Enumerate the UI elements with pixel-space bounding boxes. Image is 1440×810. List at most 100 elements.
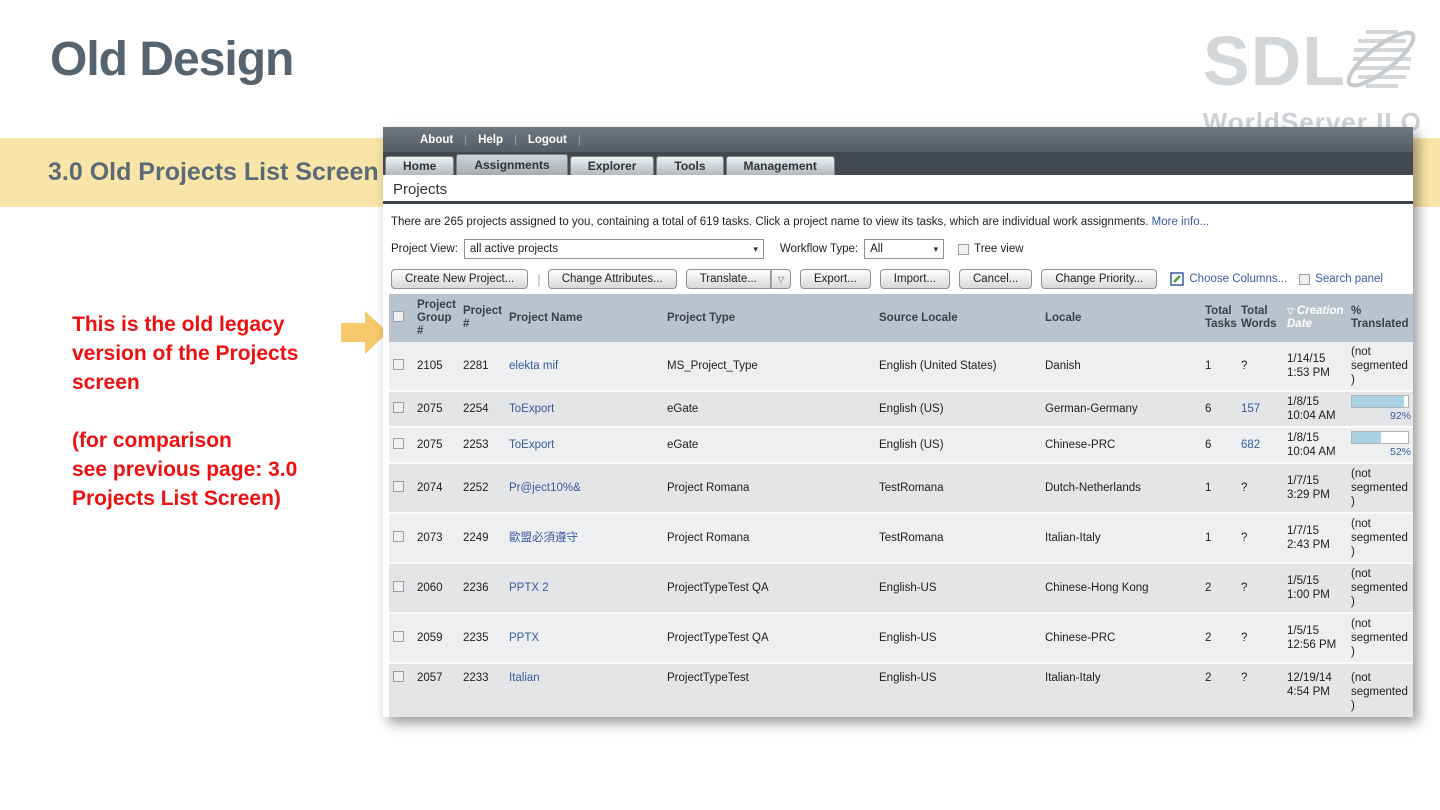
total-words-link[interactable]: 682 bbox=[1241, 439, 1260, 451]
row-checkbox[interactable] bbox=[393, 531, 404, 542]
cell-project-name: Pr@ject10%& bbox=[505, 463, 663, 513]
cell-checkbox bbox=[389, 513, 413, 563]
export-button[interactable]: Export... bbox=[800, 269, 871, 289]
cell-total-words: ? bbox=[1237, 342, 1283, 391]
tree-view-label: Tree view bbox=[974, 243, 1023, 255]
workflow-type-select[interactable]: All bbox=[864, 239, 944, 259]
row-checkbox[interactable] bbox=[393, 631, 404, 642]
column-header--translated[interactable]: % Translated bbox=[1347, 294, 1413, 342]
project-view-select[interactable]: all active projects bbox=[464, 239, 764, 259]
column-header-total-words[interactable]: Total Words bbox=[1237, 294, 1283, 342]
project-name-link[interactable]: ToExport bbox=[509, 403, 554, 415]
tab-home[interactable]: Home bbox=[385, 156, 454, 175]
select-all-checkbox[interactable] bbox=[393, 311, 404, 322]
cancel-button[interactable]: Cancel... bbox=[959, 269, 1032, 289]
column-header-project-group-[interactable]: Project Group # bbox=[413, 294, 459, 342]
change-priority-button[interactable]: Change Priority... bbox=[1041, 269, 1157, 289]
search-panel-toggle[interactable]: Search panel bbox=[1299, 273, 1383, 285]
cell-percent-translated: (not segmented) bbox=[1347, 463, 1413, 513]
table-row: 20602236PPTX 2ProjectTypeTest QAEnglish-… bbox=[389, 563, 1413, 613]
cell-total-tasks: 2 bbox=[1201, 613, 1237, 663]
row-checkbox[interactable] bbox=[393, 481, 404, 492]
cell-total-tasks: 6 bbox=[1201, 427, 1237, 463]
choose-columns-label: Choose Columns... bbox=[1189, 273, 1287, 285]
cell-source-locale: English-US bbox=[875, 663, 1041, 717]
workflow-type-value: All bbox=[870, 243, 883, 255]
cell-project-number: 2249 bbox=[459, 513, 505, 563]
cell-project-type: ProjectTypeTest bbox=[663, 663, 875, 717]
cell-project-number: 2254 bbox=[459, 391, 505, 427]
tab-explorer[interactable]: Explorer bbox=[570, 156, 655, 175]
choose-columns-link[interactable]: Choose Columns... bbox=[1170, 272, 1287, 286]
more-info-link[interactable]: More info... bbox=[1152, 216, 1210, 228]
table-row: 20572233ItalianProjectTypeTestEnglish-US… bbox=[389, 663, 1413, 717]
change-attributes-button[interactable]: Change Attributes... bbox=[548, 269, 677, 289]
cell-project-number: 2235 bbox=[459, 613, 505, 663]
cell-locale: Danish bbox=[1041, 342, 1201, 391]
search-panel-checkbox[interactable] bbox=[1299, 274, 1310, 285]
cell-creation-date: 1/8/15 10:04 AM bbox=[1283, 427, 1347, 463]
cell-percent-translated: 92% bbox=[1347, 391, 1413, 427]
cell-project-group: 2060 bbox=[413, 563, 459, 613]
cell-project-number: 2252 bbox=[459, 463, 505, 513]
table-row: 20592235PPTXProjectTypeTest QAEnglish-US… bbox=[389, 613, 1413, 663]
translate-button[interactable]: Translate... bbox=[686, 269, 771, 289]
page-title: Projects bbox=[383, 175, 1413, 204]
column-header-project-type[interactable]: Project Type bbox=[663, 294, 875, 342]
column-header-project-name[interactable]: Project Name bbox=[505, 294, 663, 342]
app-screenshot: About|Help|Logout| HomeAssignmentsExplor… bbox=[383, 127, 1413, 717]
cell-source-locale: English (United States) bbox=[875, 342, 1041, 391]
cell-percent-translated: (not segmented) bbox=[1347, 342, 1413, 391]
column-header-creation-date[interactable]: ▽Creation Date bbox=[1283, 294, 1347, 342]
intro-text: There are 265 projects assigned to you, … bbox=[391, 216, 1405, 228]
tree-view-checkbox[interactable] bbox=[958, 244, 969, 255]
utility-link-logout[interactable]: Logout bbox=[517, 134, 578, 146]
cell-creation-date: 1/7/15 3:29 PM bbox=[1283, 463, 1347, 513]
cell-source-locale: English (US) bbox=[875, 427, 1041, 463]
project-name-link[interactable]: PPTX 2 bbox=[509, 582, 549, 594]
project-name-link[interactable]: Italian bbox=[509, 672, 540, 684]
cell-source-locale: TestRomana bbox=[875, 463, 1041, 513]
project-name-link[interactable]: ToExport bbox=[509, 439, 554, 451]
cell-total-tasks: 2 bbox=[1201, 663, 1237, 717]
column-header-project-[interactable]: Project # bbox=[459, 294, 505, 342]
utility-separator: | bbox=[578, 134, 581, 146]
tab-assignments[interactable]: Assignments bbox=[456, 154, 567, 175]
tab-tools[interactable]: Tools bbox=[656, 156, 723, 175]
cell-project-number: 2253 bbox=[459, 427, 505, 463]
create-new-project-button[interactable]: Create New Project... bbox=[391, 269, 528, 289]
project-name-link[interactable]: Pr@ject10%& bbox=[509, 482, 581, 494]
import-button[interactable]: Import... bbox=[880, 269, 950, 289]
utility-link-help[interactable]: Help bbox=[467, 134, 514, 146]
cell-source-locale: English-US bbox=[875, 563, 1041, 613]
cell-project-name: elekta mif bbox=[505, 342, 663, 391]
cell-percent-translated: (not segmented) bbox=[1347, 613, 1413, 663]
row-checkbox[interactable] bbox=[393, 359, 404, 370]
cell-source-locale: English-US bbox=[875, 613, 1041, 663]
column-header-source-locale[interactable]: Source Locale bbox=[875, 294, 1041, 342]
translate-dropdown-arrow-icon[interactable]: ▽ bbox=[771, 269, 791, 289]
total-words-link[interactable]: 157 bbox=[1241, 403, 1260, 415]
utility-link-about[interactable]: About bbox=[409, 134, 464, 146]
project-view-value: all active projects bbox=[470, 243, 558, 255]
main-tabs: HomeAssignmentsExplorerToolsManagement bbox=[383, 152, 1413, 175]
column-header-locale[interactable]: Locale bbox=[1041, 294, 1201, 342]
choose-columns-icon bbox=[1170, 272, 1184, 286]
project-name-link[interactable]: elekta mif bbox=[509, 360, 558, 372]
column-header-total-tasks[interactable]: Total Tasks bbox=[1201, 294, 1237, 342]
cell-project-number: 2281 bbox=[459, 342, 505, 391]
progress-bar bbox=[1351, 431, 1409, 444]
progress-bar-label: 52% bbox=[1351, 445, 1411, 459]
project-name-link[interactable]: 歐盟必須遵守 bbox=[509, 532, 578, 544]
row-checkbox[interactable] bbox=[393, 438, 404, 449]
progress-bar-label: 92% bbox=[1351, 409, 1411, 423]
row-checkbox[interactable] bbox=[393, 581, 404, 592]
cell-project-name: 歐盟必須遵守 bbox=[505, 513, 663, 563]
project-name-link[interactable]: PPTX bbox=[509, 632, 539, 644]
cell-project-type: eGate bbox=[663, 391, 875, 427]
cell-percent-translated: (not segmented) bbox=[1347, 513, 1413, 563]
row-checkbox[interactable] bbox=[393, 402, 404, 413]
tab-management[interactable]: Management bbox=[726, 156, 835, 175]
cell-locale: Chinese-PRC bbox=[1041, 427, 1201, 463]
row-checkbox[interactable] bbox=[393, 671, 404, 682]
